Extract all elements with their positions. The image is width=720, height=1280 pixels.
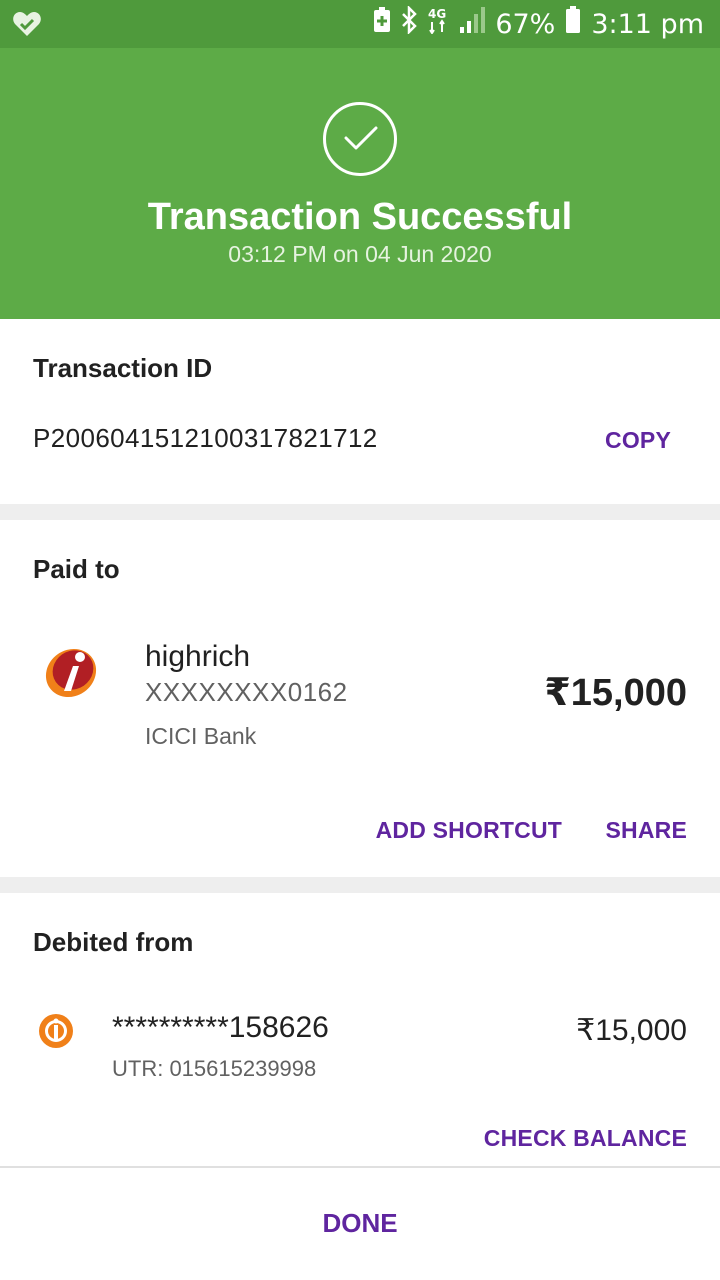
transaction-id-card: Transaction ID P2006041512100317821712 C… [0, 319, 720, 504]
bank-logo-icon [38, 1013, 74, 1049]
debited-from-card: Debited from **********158626 UTR: 01561… [0, 893, 720, 1166]
heart-check-icon [12, 10, 42, 38]
battery-icon [565, 6, 581, 42]
add-shortcut-button[interactable]: ADD SHORTCUT [376, 817, 562, 844]
page-title: Transaction Successful [147, 196, 573, 238]
bluetooth-icon [401, 4, 418, 42]
transaction-timestamp: 03:12 PM on 04 Jun 2020 [228, 241, 492, 267]
debit-amount: ₹15,000 [576, 1014, 687, 1047]
footer-divider [0, 1166, 720, 1168]
network-4g-icon: 4G [427, 6, 449, 42]
transaction-id-label: Transaction ID [33, 353, 213, 383]
done-button[interactable]: DONE [0, 1208, 720, 1239]
paid-amount: ₹15,000 [544, 672, 687, 714]
section-divider [0, 877, 720, 893]
battery-percent: 67% [495, 8, 556, 40]
clock: 3:11 pm [591, 8, 704, 40]
payee-account: XXXXXXXX0162 [145, 677, 348, 707]
debited-from-label: Debited from [33, 927, 194, 957]
debit-account: **********158626 [112, 1011, 329, 1044]
share-button[interactable]: SHARE [605, 817, 687, 844]
status-bar: 4G 67% 3:11 pm [0, 0, 720, 48]
transaction-id-value: P2006041512100317821712 [33, 423, 378, 453]
section-divider [0, 504, 720, 520]
copy-button[interactable]: COPY [605, 427, 671, 454]
icici-bank-logo-icon [40, 640, 102, 702]
paid-to-label: Paid to [33, 554, 120, 584]
check-balance-button[interactable]: CHECK BALANCE [484, 1125, 687, 1152]
payee-name: highrich [145, 640, 251, 673]
battery-saver-icon [373, 7, 391, 41]
svg-text:4G: 4G [428, 7, 446, 21]
success-header: Transaction Successful 03:12 PM on 04 Ju… [0, 48, 720, 319]
paid-to-card: Paid to highrich XXXXXXXX0162 ICICI Bank… [0, 520, 720, 877]
utr-number: UTR: 015615239998 [112, 1056, 317, 1081]
payee-bank: ICICI Bank [145, 723, 257, 749]
signal-icon [459, 7, 486, 41]
check-circle-icon [323, 102, 397, 176]
